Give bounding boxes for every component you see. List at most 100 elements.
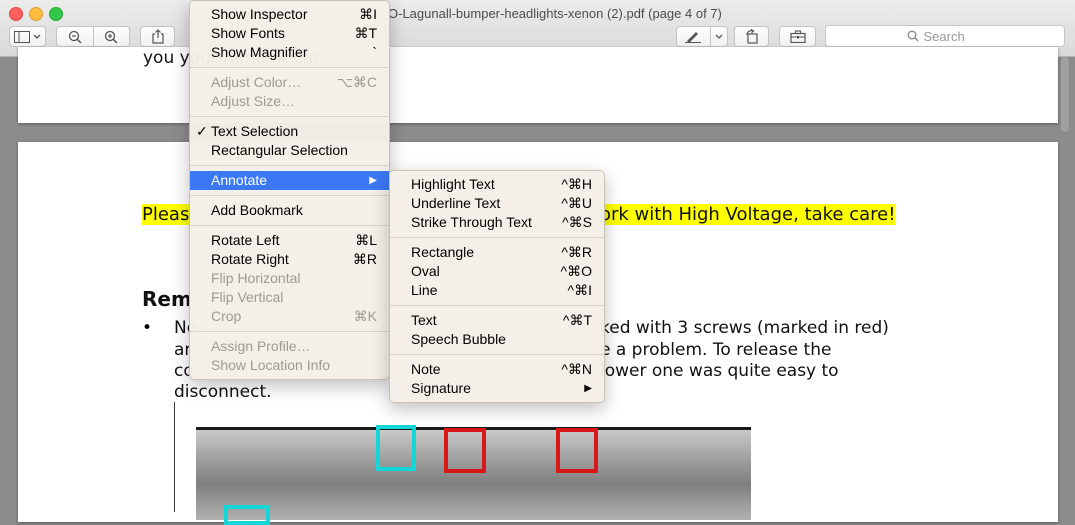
sidebar-icon [14, 30, 30, 43]
menu-item-label: Show Location Info [211, 357, 331, 373]
annotate-item-line[interactable]: Line ^⌘I [390, 281, 604, 300]
menu-item-label: Speech Bubble [411, 331, 506, 347]
menu-item-label: Flip Horizontal [211, 270, 301, 286]
warning-text-right: ork with High Voltage, take care! [600, 204, 896, 225]
menu-item-rotate-right[interactable]: Rotate Right ⌘R [190, 250, 389, 269]
menu-item-shortcut: ^⌘H [561, 176, 592, 192]
menu-item-show-location-info: Show Location Info [190, 356, 389, 375]
menu-item-shortcut: ^⌘I [567, 282, 592, 298]
menu-item-rectangular-selection[interactable]: Rectangular Selection [190, 141, 389, 160]
minimize-window-button[interactable] [29, 7, 43, 21]
menu-item-show-inspector[interactable]: Show Inspector ⌘I [190, 5, 389, 24]
rotate-icon [745, 29, 758, 44]
menu-item-label: Adjust Size… [211, 93, 296, 109]
text-cursor-line [174, 402, 175, 512]
toolbox-button[interactable] [779, 26, 816, 47]
annotate-item-signature[interactable]: Signature ▶ [390, 379, 604, 398]
checkmark-icon: ✓ [196, 123, 208, 139]
menu-item-label: Assign Profile… [211, 338, 311, 354]
menu-separator [190, 331, 389, 332]
warning-text-left: Pleas [142, 204, 190, 225]
menu-item-shortcut: ⌘L [355, 232, 377, 248]
menu-separator [390, 237, 604, 238]
annotate-item-note[interactable]: Note ^⌘N [390, 360, 604, 379]
menu-separator [190, 225, 389, 226]
tools-menu: Show Inspector ⌘I Show Fonts ⌘T Show Magnifi… [189, 0, 390, 380]
menu-item-adjust-color: Adjust Color… ⌥⌘C [190, 73, 389, 92]
markup-button[interactable] [677, 31, 710, 43]
red-marker-box [556, 428, 598, 473]
zoom-in-button[interactable] [94, 30, 130, 44]
menu-item-annotate[interactable]: Annotate ▶ [190, 171, 389, 190]
close-window-button[interactable] [9, 7, 23, 21]
chevron-down-icon [715, 34, 723, 39]
annotate-item-strike-through-text[interactable]: Strike Through Text ^⌘S [390, 213, 604, 232]
cyan-marker-box [224, 505, 270, 525]
menu-item-label: Rectangular Selection [211, 142, 348, 158]
menu-item-shortcut: ⌘K [353, 308, 377, 324]
annotate-submenu: Highlight Text ^⌘H Underline Text ^⌘U Strike… [389, 170, 605, 403]
menu-item-label: Show Fonts [211, 25, 285, 41]
menu-item-shortcut: ⌥⌘C [336, 74, 377, 90]
menu-item-shortcut: ^⌘U [561, 195, 592, 211]
annotate-item-rectangle[interactable]: Rectangle ^⌘R [390, 243, 604, 262]
zoom-window-button[interactable] [49, 7, 63, 21]
menu-item-label: Annotate [211, 172, 268, 188]
share-button[interactable] [140, 26, 175, 47]
zoom-out-icon [68, 30, 82, 44]
menu-item-label: Flip Vertical [211, 289, 284, 305]
menu-item-label: Rectangle [411, 244, 475, 260]
menu-item-flip-horizontal: Flip Horizontal [190, 269, 389, 288]
menu-item-label: Rotate Right [211, 251, 289, 267]
paragraph-line-4: disconnect. [174, 382, 272, 402]
rotate-button[interactable] [734, 26, 769, 47]
menu-item-label: Adjust Color… [211, 74, 302, 90]
toolbox-icon [789, 30, 806, 43]
annotate-item-underline-text[interactable]: Underline Text ^⌘U [390, 194, 604, 213]
headlight-photo [196, 425, 751, 525]
submenu-arrow-icon: ▶ [369, 175, 377, 186]
menu-item-label: Note [411, 361, 441, 377]
pen-icon [685, 31, 702, 43]
search-input[interactable] [923, 28, 984, 44]
vertical-scrollbar[interactable] [1061, 57, 1069, 132]
zoom-button-group [56, 26, 130, 47]
zoom-out-button[interactable] [57, 30, 93, 44]
submenu-arrow-icon: ▶ [584, 383, 592, 394]
annotate-item-highlight-text[interactable]: Highlight Text ^⌘H [390, 175, 604, 194]
menu-separator [190, 67, 389, 68]
menu-item-show-fonts[interactable]: Show Fonts ⌘T [190, 24, 389, 43]
search-field[interactable] [825, 25, 1065, 47]
cyan-marker-box [376, 425, 416, 471]
bullet-marker: • [142, 318, 153, 338]
pdf-page-3: you your Renault car. [18, 47, 1058, 123]
menu-item-crop: Crop ⌘K [190, 307, 389, 326]
menu-item-text-selection[interactable]: ✓ Text Selection [190, 122, 389, 141]
menu-item-label: Underline Text [411, 195, 501, 211]
menu-item-label: Highlight Text [411, 176, 495, 192]
menu-item-assign-profile: Assign Profile… [190, 337, 389, 356]
annotate-item-oval[interactable]: Oval ^⌘O [390, 262, 604, 281]
menu-item-shortcut: ^⌘R [561, 244, 592, 260]
menu-item-rotate-left[interactable]: Rotate Left ⌘L [190, 231, 389, 250]
annotate-item-text[interactable]: Text ^⌘T [390, 311, 604, 330]
menu-item-shortcut: ⌘I [359, 6, 377, 22]
share-icon [151, 29, 164, 44]
menu-item-shortcut: ` [372, 44, 377, 60]
search-icon [907, 30, 918, 42]
menu-item-label: Signature [411, 380, 471, 396]
menu-item-shortcut: ⌘R [352, 251, 377, 267]
markup-menu-button[interactable] [711, 34, 727, 40]
menu-item-label: Add Bookmark [211, 202, 303, 218]
menu-separator [390, 354, 604, 355]
sidebar-toggle-button[interactable] [9, 26, 46, 47]
menu-item-label: Crop [211, 308, 242, 324]
menu-item-shortcut: ^⌘N [561, 361, 592, 377]
menu-item-show-magnifier[interactable]: Show Magnifier ` [190, 43, 389, 62]
menu-item-label: Show Magnifier [211, 44, 308, 60]
menu-item-label: Text [411, 312, 437, 328]
paragraph-line-3-right: lower one was quite easy to [600, 361, 839, 381]
annotate-item-speech-bubble[interactable]: Speech Bubble [390, 330, 604, 349]
menu-item-add-bookmark[interactable]: Add Bookmark [190, 201, 389, 220]
markup-button-group[interactable] [676, 26, 728, 47]
